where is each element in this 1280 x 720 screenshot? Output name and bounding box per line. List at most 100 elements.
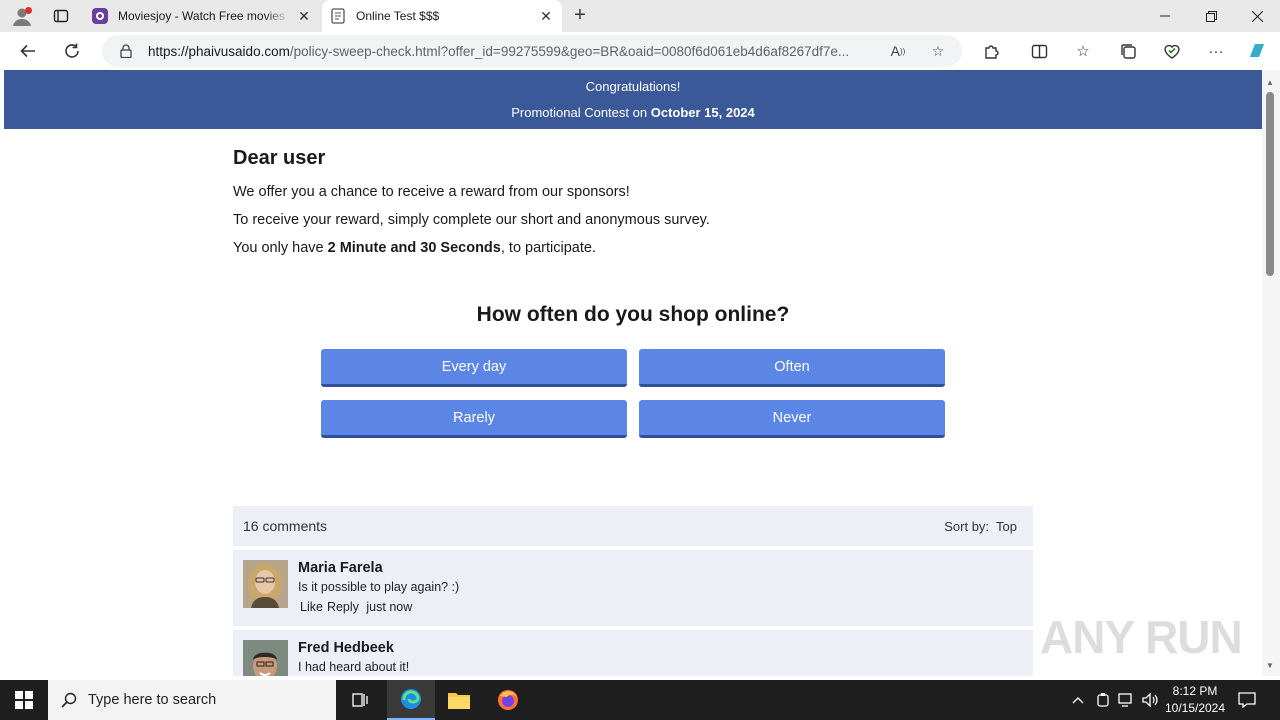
survey-question: How often do you shop online? (476, 303, 790, 326)
answer-often-button[interactable]: Often (639, 349, 945, 387)
url-host: https://phaivusaido.com (148, 43, 290, 59)
notifications-button[interactable] (1236, 680, 1258, 720)
close-window-button[interactable] (1234, 0, 1280, 32)
edge-icon (401, 689, 421, 709)
answer-never-button[interactable]: Never (639, 400, 945, 438)
minimize-icon (1160, 15, 1170, 17)
timer-suffix: , to participate. (500, 240, 596, 256)
task-view-button[interactable] (336, 680, 384, 720)
scroll-down-icon[interactable]: ▼ (1266, 661, 1274, 670)
url-text[interactable]: https://phaivusaido.com/policy-sweep-che… (148, 44, 878, 59)
page-scrollbar[interactable]: ▲ ▼ (1262, 70, 1280, 676)
comment-author[interactable]: Fred Hedbeek (298, 640, 394, 656)
comment-item: Fred Hedbeek I had heard about it! (233, 630, 1033, 676)
clock-date: 10/15/2024 (1164, 701, 1226, 715)
task-view-icon (352, 693, 368, 707)
intro-paragraph-3: You only have 2 Minute and 30 Seconds, t… (233, 240, 1033, 256)
restore-icon (1205, 10, 1217, 22)
timer-prefix: You only have (233, 240, 328, 256)
back-arrow-icon (20, 44, 35, 58)
answer-rarely-button[interactable]: Rarely (321, 400, 627, 438)
comment-text: Is it possible to play again? :) (298, 580, 460, 594)
like-link[interactable]: Like (300, 600, 323, 614)
comment-item: Maria Farela Is it possible to play agai… (233, 550, 1033, 626)
url-path: /policy-sweep-check.html?offer_id=992755… (289, 43, 850, 59)
minimize-button[interactable] (1142, 0, 1188, 32)
copilot-icon[interactable] (1246, 40, 1268, 62)
sort-control[interactable]: Sort by: Top (944, 519, 1017, 534)
refresh-button[interactable] (58, 37, 86, 65)
tab-title: Moviesjoy - Watch Free movies a (118, 9, 290, 23)
new-tab-button[interactable]: + (568, 4, 592, 28)
tab-moviesjoy[interactable]: Moviesjoy - Watch Free movies a ✕ (84, 0, 320, 32)
scrollbar-thumb[interactable] (1266, 92, 1274, 276)
comments-header: 16 comments Sort by: Top (233, 506, 1033, 546)
browser-essentials-icon[interactable] (1161, 40, 1183, 62)
comments-count: 16 comments (243, 518, 328, 534)
banner-contest-prefix: Promotional Contest on (511, 105, 651, 120)
scroll-up-icon[interactable]: ▲ (1266, 78, 1274, 87)
read-aloud-icon[interactable]: A)) (888, 41, 908, 61)
tab-actions-button[interactable] (48, 4, 74, 28)
windows-logo-icon (15, 691, 33, 709)
start-button[interactable] (0, 680, 48, 720)
sort-value[interactable]: Top (996, 519, 1017, 534)
page-favicon-icon (330, 8, 346, 24)
tray-overflow-icon[interactable] (1068, 680, 1088, 720)
taskbar-file-explorer[interactable] (435, 680, 483, 720)
avatar (243, 640, 288, 676)
moviesjoy-favicon-icon (92, 8, 108, 24)
browser-toolbar: https://phaivusaido.com/policy-sweep-che… (0, 32, 1280, 70)
intro-paragraph-2: To receive your reward, simply complete … (233, 212, 710, 228)
timer-text: 2 Minute and 30 Seconds (327, 240, 501, 256)
restore-button[interactable] (1188, 0, 1234, 32)
windows-taskbar: Type here to search 8:12 PM 10/15/2024 (0, 680, 1280, 720)
sort-label: Sort by: (944, 519, 990, 534)
banner-congrats: Congratulations! (585, 79, 681, 94)
taskbar-clock[interactable]: 8:12 PM 10/15/2024 (1160, 683, 1230, 717)
firefox-icon (498, 690, 518, 710)
tab-strip: Moviesjoy - Watch Free movies a ✕ Online… (0, 0, 1280, 32)
comment-text: I had heard about it! (298, 660, 410, 674)
comment-author[interactable]: Maria Farela (298, 560, 383, 576)
search-icon (60, 691, 78, 709)
anyrun-watermark: ANY RUN (1040, 611, 1243, 663)
taskbar-edge[interactable] (387, 680, 435, 720)
tab-close-icon[interactable]: ✕ (538, 8, 554, 24)
page-viewport: Congratulations! Promotional Contest on … (4, 70, 1262, 676)
favorites-icon[interactable]: ☆ (1072, 40, 1094, 62)
profile-button[interactable] (8, 4, 36, 28)
comment-actions: Like Reply just now (300, 600, 416, 614)
intro-section: Dear user We offer you a chance to recei… (233, 147, 1033, 326)
comment-time: just now (366, 600, 413, 614)
network-icon[interactable] (1116, 680, 1138, 720)
tab-title: Online Test $$$ (356, 9, 440, 23)
extensions-icon[interactable] (980, 40, 1002, 62)
tab-close-icon[interactable]: ✕ (296, 8, 312, 24)
address-bar[interactable]: https://phaivusaido.com/policy-sweep-che… (102, 35, 962, 67)
reply-link[interactable]: Reply (327, 600, 359, 614)
notification-icon (1238, 692, 1256, 708)
intro-paragraph-1: We offer you a chance to receive a rewar… (233, 184, 630, 200)
tab-online-test[interactable]: Online Test $$$ ✕ (322, 0, 562, 32)
back-button[interactable] (14, 37, 42, 65)
tab-actions-icon (53, 9, 69, 23)
clock-time: 8:12 PM (1172, 684, 1218, 698)
taskbar-search[interactable]: Type here to search (48, 680, 336, 720)
avatar (243, 560, 288, 608)
favorite-star-icon[interactable]: ☆ (928, 41, 948, 61)
banner-contest-line: Promotional Contest on October 15, 2024 (4, 105, 1262, 120)
search-placeholder: Type here to search (88, 692, 217, 708)
folder-icon (448, 693, 470, 709)
promo-banner: Congratulations! Promotional Contest on … (4, 70, 1262, 129)
close-icon (1251, 10, 1263, 22)
defender-tray-icon[interactable] (1093, 680, 1113, 720)
volume-icon[interactable] (1140, 680, 1162, 720)
lock-icon[interactable] (118, 43, 134, 59)
more-menu-icon[interactable]: ··· (1205, 40, 1227, 62)
answer-every-day-button[interactable]: Every day (321, 349, 627, 387)
taskbar-firefox[interactable] (484, 680, 532, 720)
split-screen-icon[interactable] (1028, 40, 1050, 62)
collections-icon[interactable] (1117, 40, 1139, 62)
notification-dot (25, 7, 32, 14)
